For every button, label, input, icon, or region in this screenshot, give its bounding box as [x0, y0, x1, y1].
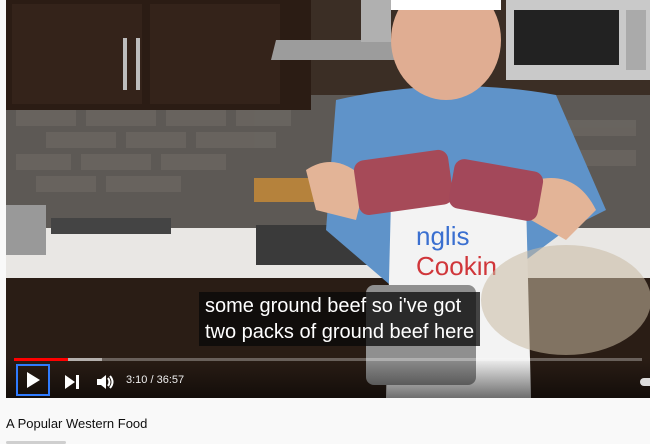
autoplay-toggle[interactable] [640, 378, 650, 386]
time-separator: / [147, 374, 157, 386]
channel-info [6, 438, 86, 444]
closed-caption: some ground beef so i've got two packs o… [199, 292, 481, 346]
video-player[interactable]: nglis Cookin some ground beef so i've go… [6, 0, 650, 398]
apron-text-2: Cookin [416, 251, 497, 281]
progress-played [14, 358, 68, 361]
apron-text-1: nglis [416, 221, 469, 251]
next-icon [65, 375, 79, 389]
caption-line-2: two packs of ground beef here [205, 321, 475, 343]
video-title: A Popular Western Food [6, 416, 148, 431]
time-current: 3:10 [126, 374, 148, 386]
progress-bar[interactable] [14, 358, 642, 361]
time-display: 3:10 / 36:57 [126, 374, 184, 386]
play-icon [27, 372, 40, 388]
player-controls: 3:10 / 36:57 [6, 358, 650, 398]
volume-button[interactable] [94, 370, 118, 394]
next-button[interactable] [60, 370, 84, 394]
play-button[interactable] [16, 364, 50, 396]
caption-line-1: some ground beef so i've got [205, 295, 462, 317]
time-total: 36:57 [156, 374, 185, 386]
volume-icon [97, 375, 114, 389]
